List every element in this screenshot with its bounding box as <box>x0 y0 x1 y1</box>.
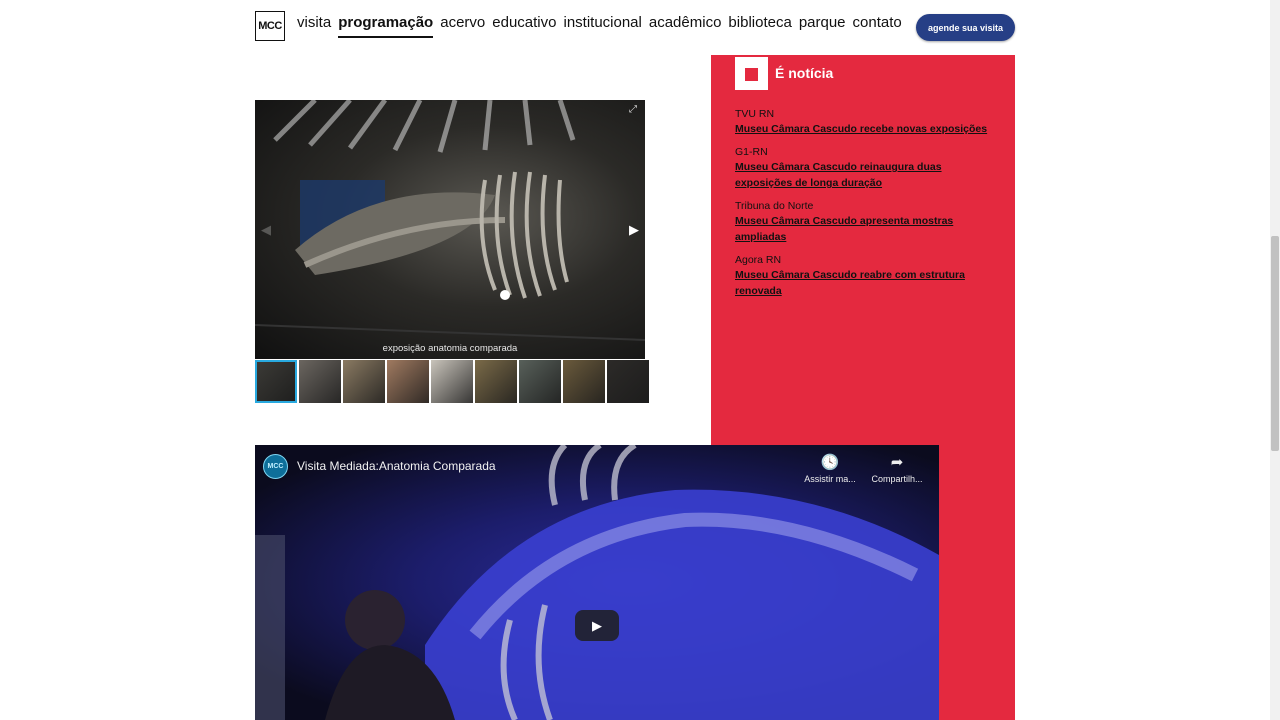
page-scrollbar[interactable] <box>1270 0 1280 720</box>
watch-later-label: Assistir ma... <box>804 474 856 484</box>
gallery-thumbnail[interactable] <box>431 360 473 403</box>
video-frame-illustration <box>255 445 939 720</box>
nav-academico[interactable]: acadêmico <box>649 14 722 38</box>
news-item: G1-RN Museu Câmara Cascudo reinaugura du… <box>735 146 995 191</box>
play-button[interactable]: ▶ <box>575 610 619 641</box>
news-source: Agora RN <box>735 254 782 266</box>
news-item: Tribuna do Norte Museu Câmara Cascudo ap… <box>735 200 995 245</box>
schedule-visit-button[interactable]: agende sua visita <box>916 14 1015 41</box>
news-link[interactable]: Museu Câmara Cascudo recebe novas exposi… <box>735 121 995 137</box>
nav-biblioteca[interactable]: biblioteca <box>728 14 791 38</box>
mcc-logo[interactable]: MCC <box>255 11 285 41</box>
news-source: TVU RN <box>735 108 775 120</box>
next-arrow-icon[interactable]: ▶ <box>629 222 639 238</box>
play-icon: ▶ <box>592 617 602 633</box>
gallery-thumbnails <box>255 360 649 404</box>
nav-institucional[interactable]: institucional <box>563 14 641 38</box>
fullscreen-icon[interactable]: ⤢ <box>629 104 637 115</box>
nav-parque[interactable]: parque <box>799 14 846 38</box>
news-square-icon <box>735 57 768 90</box>
watch-later-button[interactable]: 🕓 Assistir ma... <box>800 453 860 484</box>
previous-arrow-icon[interactable]: ◀ <box>261 222 271 238</box>
gallery-thumbnail[interactable] <box>343 360 385 403</box>
news-link[interactable]: Museu Câmara Cascudo reabre com estrutur… <box>735 267 995 299</box>
news-link[interactable]: Museu Câmara Cascudo reinaugura duas exp… <box>735 159 995 191</box>
gallery-thumbnail[interactable] <box>255 360 297 403</box>
share-label: Compartilh... <box>871 474 923 484</box>
channel-avatar[interactable]: MCC <box>263 454 288 479</box>
share-button[interactable]: ➦ Compartilh... <box>867 453 927 484</box>
nav-programacao[interactable]: programação <box>338 14 434 38</box>
video-player[interactable]: MCC Visita Mediada:Anatomia Comparada 🕓 … <box>255 445 939 720</box>
nav-contato[interactable]: contato <box>853 14 902 38</box>
gallery-main-image[interactable]: ⤢ ◀ ▶ exposição anatomia comparada <box>255 100 645 359</box>
news-item: Agora RN Museu Câmara Cascudo reabre com… <box>735 254 995 299</box>
gallery-thumbnail[interactable] <box>299 360 341 403</box>
nav-acervo[interactable]: acervo <box>440 14 485 38</box>
news-source: G1-RN <box>735 146 768 158</box>
news-item: TVU RN Museu Câmara Cascudo recebe novas… <box>735 108 995 137</box>
gallery-thumbnail[interactable] <box>387 360 429 403</box>
news-list: TVU RN Museu Câmara Cascudo recebe novas… <box>735 108 995 308</box>
news-source: Tribuna do Norte <box>735 200 814 212</box>
share-icon: ➦ <box>890 454 904 471</box>
gallery-thumbnail[interactable] <box>563 360 605 403</box>
clock-icon: 🕓 <box>820 454 840 471</box>
photo-gallery: ⤢ ◀ ▶ exposição anatomia comparada <box>255 100 649 404</box>
gallery-thumbnail[interactable] <box>607 360 649 403</box>
video-title[interactable]: Visita Mediada:Anatomia Comparada <box>297 459 496 473</box>
gallery-thumbnail[interactable] <box>519 360 561 403</box>
scrollbar-thumb[interactable] <box>1271 236 1279 451</box>
nav-educativo[interactable]: educativo <box>492 14 556 38</box>
gallery-caption: exposição anatomia comparada <box>382 343 518 354</box>
nav-visita[interactable]: visita <box>297 14 331 38</box>
gallery-thumbnail[interactable] <box>475 360 517 403</box>
news-link[interactable]: Museu Câmara Cascudo apresenta mostras a… <box>735 213 995 245</box>
main-nav: visita programação acervo educativo inst… <box>297 14 902 38</box>
news-title: É notícia <box>775 65 834 81</box>
whale-skeleton-illustration <box>255 100 645 341</box>
